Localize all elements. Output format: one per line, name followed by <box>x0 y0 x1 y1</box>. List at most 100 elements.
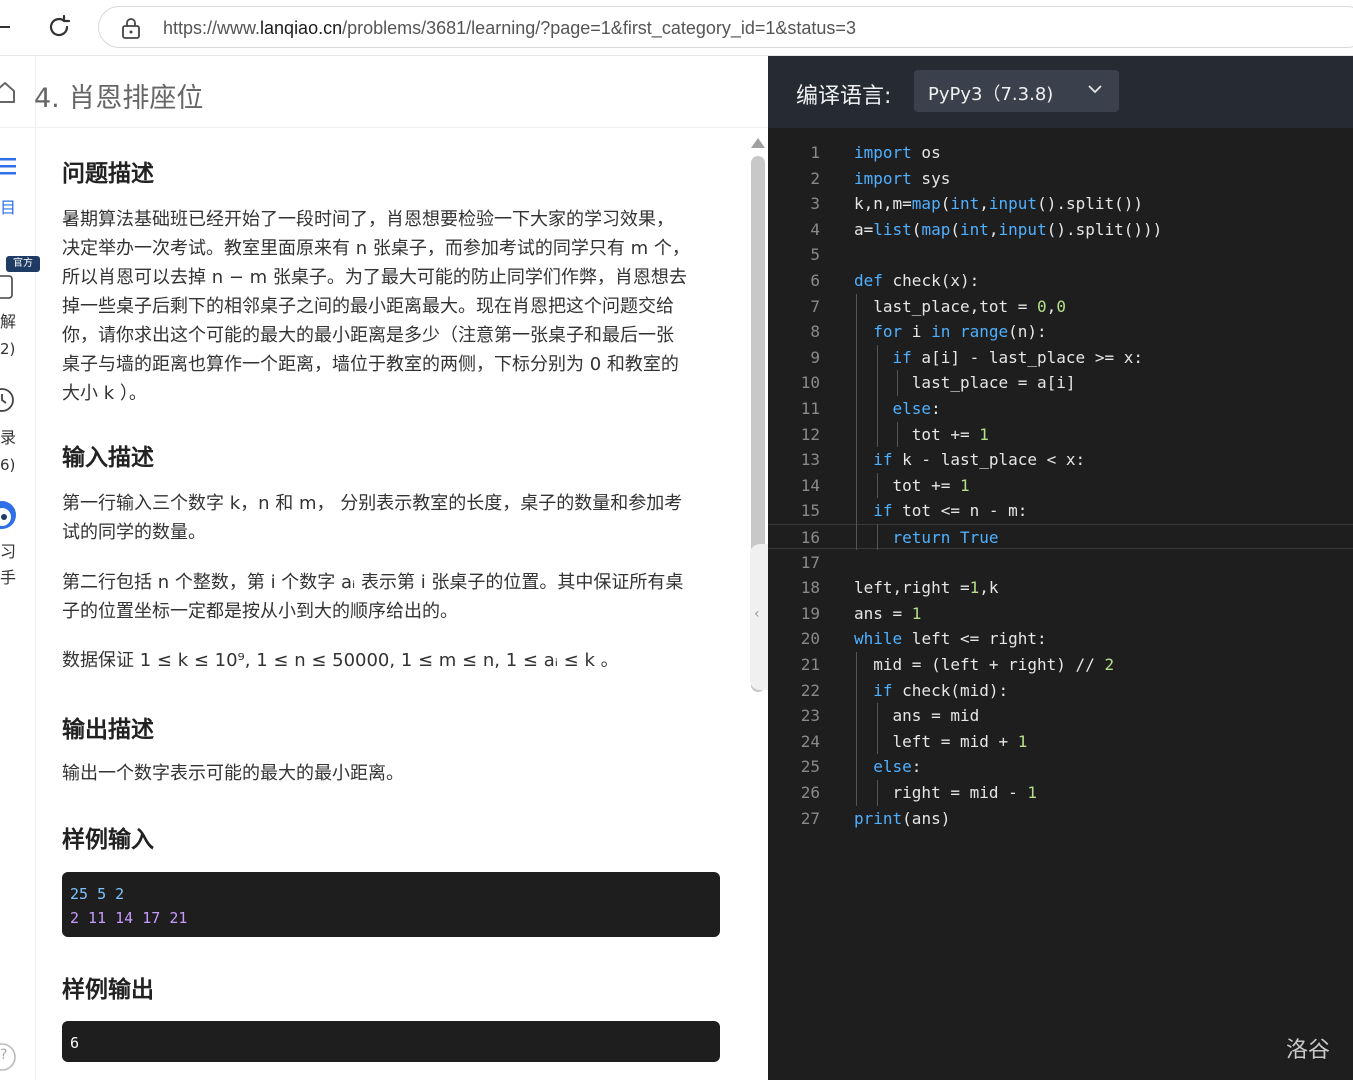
assistant-avatar-icon[interactable] <box>0 500 18 530</box>
input-line: 试的同学的数量。 <box>62 522 206 543</box>
sample-input-line: 25 5 2 <box>70 885 125 903</box>
line-number: 6 <box>810 271 820 290</box>
url-domain: lanqiao.cn <box>260 18 343 38</box>
url-text[interactable]: https://www.lanqiao.cn/problems/3681/lea… <box>163 18 856 39</box>
browser-toolbar: https://www.lanqiao.cn/problems/3681/lea… <box>0 0 1353 56</box>
indent-guide <box>856 293 857 320</box>
code-line[interactable]: 4 a=list(map(int,input().split())) <box>768 217 1353 242</box>
code-line[interactable]: 19 ans = 1 <box>768 601 1353 626</box>
line-number: 15 <box>800 501 820 521</box>
address-bar[interactable]: https://www.lanqiao.cn/problems/3681/lea… <box>98 6 1353 48</box>
watermark-text: 洛谷 <box>1286 1038 1331 1063</box>
desc-text: 暑期算法基础班已经开始了一段时间了，肖恩想要检验一下大家的学习效果， 决定举办一… <box>62 205 722 408</box>
code-line[interactable]: 17 <box>768 550 1353 575</box>
code-line[interactable]: 27 print(ans) <box>768 806 1353 831</box>
rail-item-assistant-2[interactable]: 手 <box>0 564 16 588</box>
rail-item-solution[interactable]: 解 <box>0 308 16 332</box>
code-line[interactable]: 18 left,right =1,k <box>768 575 1353 600</box>
desc-line: 掉一些桌子后剩下的相邻桌子之间的最小距离最大。现在肖恩把这个问题交给 <box>62 296 674 317</box>
indent-guide <box>876 370 878 396</box>
scroll-up-icon[interactable] <box>751 138 765 148</box>
language-select[interactable]: PyPy3（7.3.8) <box>914 70 1119 112</box>
code-line[interactable]: 2 import sys <box>768 166 1353 191</box>
line-number: 24 <box>800 731 820 751</box>
code-text: a=list(map(int,input().split())) <box>854 219 1163 239</box>
desc-line: 大小 k ）。 <box>62 383 147 404</box>
rail-solution-count: 2) <box>0 340 16 358</box>
indent-guide <box>876 421 878 448</box>
code-text: left = mid + 1 <box>854 731 1028 751</box>
code-text: print(ans) <box>854 808 951 828</box>
code-line[interactable]: 5 <box>768 242 1353 267</box>
code-text: for i in range(n): <box>873 322 1047 342</box>
code-text: last_place = a[i] <box>854 373 1076 393</box>
indent-guide <box>856 780 857 806</box>
code-editor-panel: 编译语言: PyPy3（7.3.8) 1 import os 2 import sys… <box>768 56 1353 1080</box>
code-line[interactable]: 3 k,n,m=map(int,input().split()) <box>768 191 1353 216</box>
code-line[interactable]: 1 import os <box>768 140 1353 165</box>
chevron-down-icon <box>1088 85 1102 94</box>
input-line: 第一行输入三个数字 k，n 和 m， 分别表示教室的长度，桌子的数量和参加考 <box>62 493 683 514</box>
code-line[interactable]: 20 while left <= right: <box>768 626 1353 651</box>
back-icon[interactable] <box>0 26 10 28</box>
desc-line: 决定举办一次考试。教室里面原来有 n 张桌子，而参加考试的同学只有 m 个， <box>62 238 690 259</box>
indent-guide <box>856 447 857 473</box>
code-text: if check(mid): <box>873 680 1009 700</box>
desc-line: 所以肖恩可以去掉 n − m 张桌子。为了最大可能的防止同学们作弊，肖恩想去 <box>62 267 687 288</box>
indent-guide <box>856 677 857 704</box>
history-icon[interactable] <box>0 386 16 414</box>
language-label: 编译语言: <box>796 84 892 109</box>
chevron-left-icon: ‹ <box>754 606 760 622</box>
indent-guide <box>876 524 878 550</box>
home-icon[interactable] <box>0 80 16 104</box>
code-text: tot += 1 <box>854 424 989 444</box>
editor-header: 编译语言: PyPy3（7.3.8) <box>768 56 1353 128</box>
output-text: 输出一个数字表示可能的最大的最小距离。 <box>62 763 404 784</box>
indent-guide <box>876 728 878 755</box>
desc-line: 你，请你求出这个可能的最大的最小距离是多少（注意第一张桌子和最后一张 <box>62 325 674 346</box>
rail-item-record[interactable]: 录 <box>0 424 16 448</box>
indent-guide <box>856 344 857 371</box>
line-number: 4 <box>810 219 820 239</box>
line-number: 8 <box>810 322 820 342</box>
collapse-panel-handle[interactable]: ‹ <box>750 544 770 690</box>
desc-title: 问题描述 <box>62 161 154 187</box>
indent-guide <box>856 421 857 448</box>
line-number: 14 <box>800 475 820 495</box>
line-number: 18 <box>800 578 820 598</box>
line-number: 7 <box>810 296 820 316</box>
code-text: last_place,tot = 0,0 <box>854 296 1066 316</box>
code-text: if k - last_place < x: <box>873 450 1086 470</box>
sample-output-title: 样例输出 <box>62 977 154 1003</box>
input-line: 子的位置坐标一定都是按从小到大的顺序给出的。 <box>62 601 458 622</box>
sample-output-box[interactable]: 6 <box>62 1021 720 1062</box>
url-path: /problems/3681/learning/?page=1&first_ca… <box>342 18 856 38</box>
lock-icon[interactable] <box>121 17 141 39</box>
indent-guide <box>856 754 857 780</box>
sample-input-title: 样例输入 <box>62 827 154 853</box>
indent-guide <box>856 703 857 729</box>
solution-icon[interactable] <box>0 274 14 300</box>
left-rail: 目 官方 解 2) 录 6) 习 手 ? <box>0 56 40 1080</box>
rail-item-catalog[interactable]: 目 <box>0 194 16 218</box>
line-number: 27 <box>800 808 820 828</box>
rail-item-assistant-1[interactable]: 习 <box>0 538 16 562</box>
input-title: 输入描述 <box>62 445 154 471</box>
list-icon[interactable] <box>0 156 18 178</box>
problem-title: 4. 肖恩排座位 <box>34 83 204 114</box>
reload-icon[interactable] <box>46 14 72 40</box>
code-line[interactable]: 6 def check(x): <box>768 268 1353 293</box>
code-text: mid = (left + right) // 2 <box>854 655 1115 674</box>
indent-guide <box>856 524 857 550</box>
code-text: ans = mid <box>854 706 980 726</box>
line-number: 16 <box>800 528 820 547</box>
sample-input-box[interactable]: 25 5 2 2 11 14 17 21 <box>62 872 720 937</box>
language-value: PyPy3（7.3.8) <box>928 84 1054 105</box>
input-text-2: 第二行包括 n 个整数，第 i 个数字 aᵢ 表示第 i 张桌子的位置。其中保证… <box>62 568 722 626</box>
indent-guide <box>876 472 878 499</box>
desc-line: 桌子与墙的距离也算作一个距离，墙位于教室的两侧，下标分别为 0 和教室的 <box>62 354 679 375</box>
indent-guide <box>856 472 857 499</box>
line-number: 20 <box>800 629 820 649</box>
problem-header: 4. 肖恩排座位 <box>0 56 768 128</box>
code-text: ans = 1 <box>854 603 922 623</box>
